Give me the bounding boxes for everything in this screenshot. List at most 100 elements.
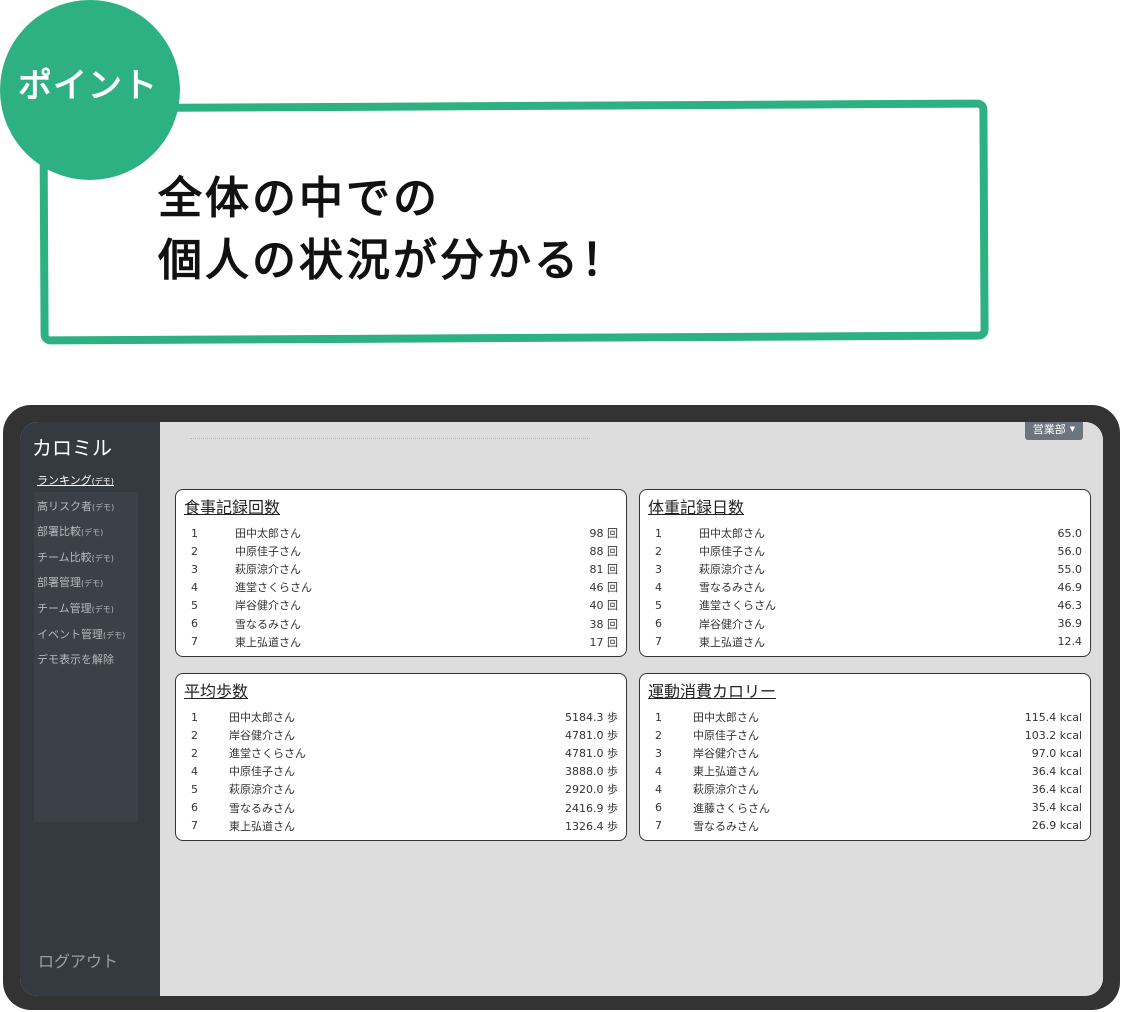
sidebar-item-team-compare[interactable]: チーム比較(デモ) [37,549,125,575]
sidebar-item-event-manage[interactable]: イベント管理(デモ) [37,626,125,652]
ranking-row: 1 田中太郎さん 5184.3 歩 [184,708,618,726]
metric-value: 3888.0 歩 [565,765,618,779]
ranking-row: 3 萩原涼介さん 81 回 [184,560,618,578]
metric-value: 65.0 [1057,526,1083,540]
ranking-row: 6 進藤さくらさん 35.4 kcal [648,798,1082,816]
metric-value: 97.0 kcal [1031,746,1082,760]
rank-number: 3 [191,562,198,576]
sidebar-item-ranking[interactable]: ランキング(デモ) [37,472,125,498]
metric-value: 26.9 kcal [1031,819,1082,833]
metric-value: 38 回 [589,617,619,631]
member-name: 田中太郎さん [693,711,759,725]
metric-value: 40 回 [589,599,619,613]
member-name: 東上弘道さん [693,765,759,779]
metric-value: 46.3 [1057,598,1083,612]
member-name: 田中太郎さん [235,527,301,541]
member-name: 萩原涼介さん [693,783,759,797]
rank-number: 7 [191,635,198,649]
rank-number: 4 [191,764,198,778]
rank-number: 1 [655,526,662,540]
sidebar-item-disable-demo[interactable]: デモ表示を解除 [37,651,125,677]
ranking-row: 4 雪なるみさん 46.9 [648,578,1082,596]
metric-value: 5184.3 歩 [565,711,618,725]
ranking-row: 6 雪なるみさん 38 回 [184,614,618,632]
member-name: 田中太郎さん [229,711,295,725]
rank-number: 1 [191,526,198,540]
callout-text: 全体の中での 個人の状況が分かる！ [158,168,628,292]
callout-line-1: 全体の中での [158,173,440,224]
metric-value: 36.4 kcal [1031,764,1082,778]
metric-value: 81 回 [589,563,619,577]
sidebar: カロミル ランキング(デモ) 高リスク者(デモ) 部署比較(デモ) チーム比較(… [20,422,160,996]
rank-number: 2 [191,746,198,760]
ranking-row: 7 東上弘道さん 17 回 [184,633,618,651]
caret-down-icon: ▼ [1069,425,1076,433]
card-exercise-calories: 運動消費カロリー 1 田中太郎さん 115.4 kcal 2 中原佳子さん 103.2 k… [639,673,1091,841]
sidebar-item-team-manage[interactable]: チーム管理(デモ) [37,600,125,626]
rank-number: 1 [655,710,662,724]
ranking-list: 1 田中太郎さん 115.4 kcal 2 中原佳子さん 103.2 kcal 3 岸谷健介さ… [648,708,1082,835]
member-name: 東上弘道さん [235,635,301,649]
metric-value: 35.4 kcal [1031,801,1082,815]
ranking-row: 5 岸谷健介さん 40 回 [184,596,618,614]
metric-value: 2920.0 歩 [565,783,618,797]
ranking-row: 4 萩原涼介さん 36.4 kcal [648,780,1082,798]
metric-value: 36.9 [1057,617,1083,631]
card-weight-records: 体重記録日数 1 田中太郎さん 65.0 2 中原佳子さん 56.0 3 萩原涼介さん 55.0… [639,489,1091,657]
metric-value: 36.4 kcal [1031,782,1082,796]
metric-value: 103.2 kcal [1024,728,1082,742]
rank-number: 5 [191,782,198,796]
metric-value: 4781.0 歩 [565,729,618,743]
metric-value: 12.4 [1057,635,1083,649]
member-name: 中原佳子さん [693,729,759,743]
logout-link[interactable]: ログアウト [38,948,118,972]
member-name: 中原佳子さん [699,545,765,559]
rank-number: 4 [655,764,662,778]
sidebar-item-high-risk[interactable]: 高リスク者(デモ) [37,498,125,524]
department-dropdown[interactable]: 営業部 ▼ [1025,422,1083,440]
rank-number: 7 [655,819,662,833]
ranking-row: 5 進堂さくらさん 46.3 [648,596,1082,614]
ranking-list: 1 田中太郎さん 98 回 2 中原佳子さん 88 回 3 萩原涼介さん 81 回 4 進堂さくらさ… [184,524,618,651]
member-name: 東上弘道さん [229,819,295,833]
app-logo[interactable]: カロミル [32,432,112,461]
metric-value: 2416.9 歩 [565,801,618,815]
member-name: 萩原涼介さん [235,563,301,577]
member-name: 進堂さくらさん [699,599,776,613]
ranking-row: 1 田中太郎さん 115.4 kcal [648,708,1082,726]
member-name: 岸谷健介さん [235,599,301,613]
metric-value: 56.0 [1057,544,1083,558]
rank-number: 6 [655,801,662,815]
rank-number: 3 [655,562,662,576]
member-name: 進堂さくらさん [235,581,312,595]
member-name: 雪なるみさん [693,819,759,833]
rank-number: 3 [655,746,662,760]
ranking-row: 1 田中太郎さん 65.0 [648,524,1082,542]
ranking-row: 2 中原佳子さん 56.0 [648,542,1082,560]
card-title: 運動消費カロリー [648,682,777,701]
metric-value: 4781.0 歩 [565,747,618,761]
ranking-row: 3 萩原涼介さん 55.0 [648,560,1082,578]
rank-number: 4 [191,580,198,594]
rank-number: 4 [655,580,662,594]
sidebar-item-department-compare[interactable]: 部署比較(デモ) [37,523,125,549]
ranking-row: 1 田中太郎さん 98 回 [184,524,618,542]
member-name: 進藤さくらさん [693,801,770,815]
point-badge: ポイント [0,0,180,180]
rank-number: 7 [655,635,662,649]
ranking-row: 4 東上弘道さん 36.4 kcal [648,762,1082,780]
metric-value: 55.0 [1057,562,1083,576]
breadcrumb [190,438,590,442]
ranking-row: 4 中原佳子さん 3888.0 歩 [184,762,618,780]
member-name: 進堂さくらさん [229,747,306,761]
rank-number: 1 [191,710,198,724]
sidebar-item-department-manage[interactable]: 部署管理(デモ) [37,574,125,600]
member-name: 雪なるみさん [229,801,295,815]
ranking-row: 7 雪なるみさん 26.9 kcal [648,817,1082,835]
rank-number: 5 [191,598,198,612]
metric-value: 1326.4 歩 [565,819,618,833]
member-name: 萩原涼介さん [229,783,295,797]
ranking-row: 7 東上弘道さん 1326.4 歩 [184,817,618,835]
metric-value: 46 回 [589,581,619,595]
rank-number: 6 [655,617,662,631]
